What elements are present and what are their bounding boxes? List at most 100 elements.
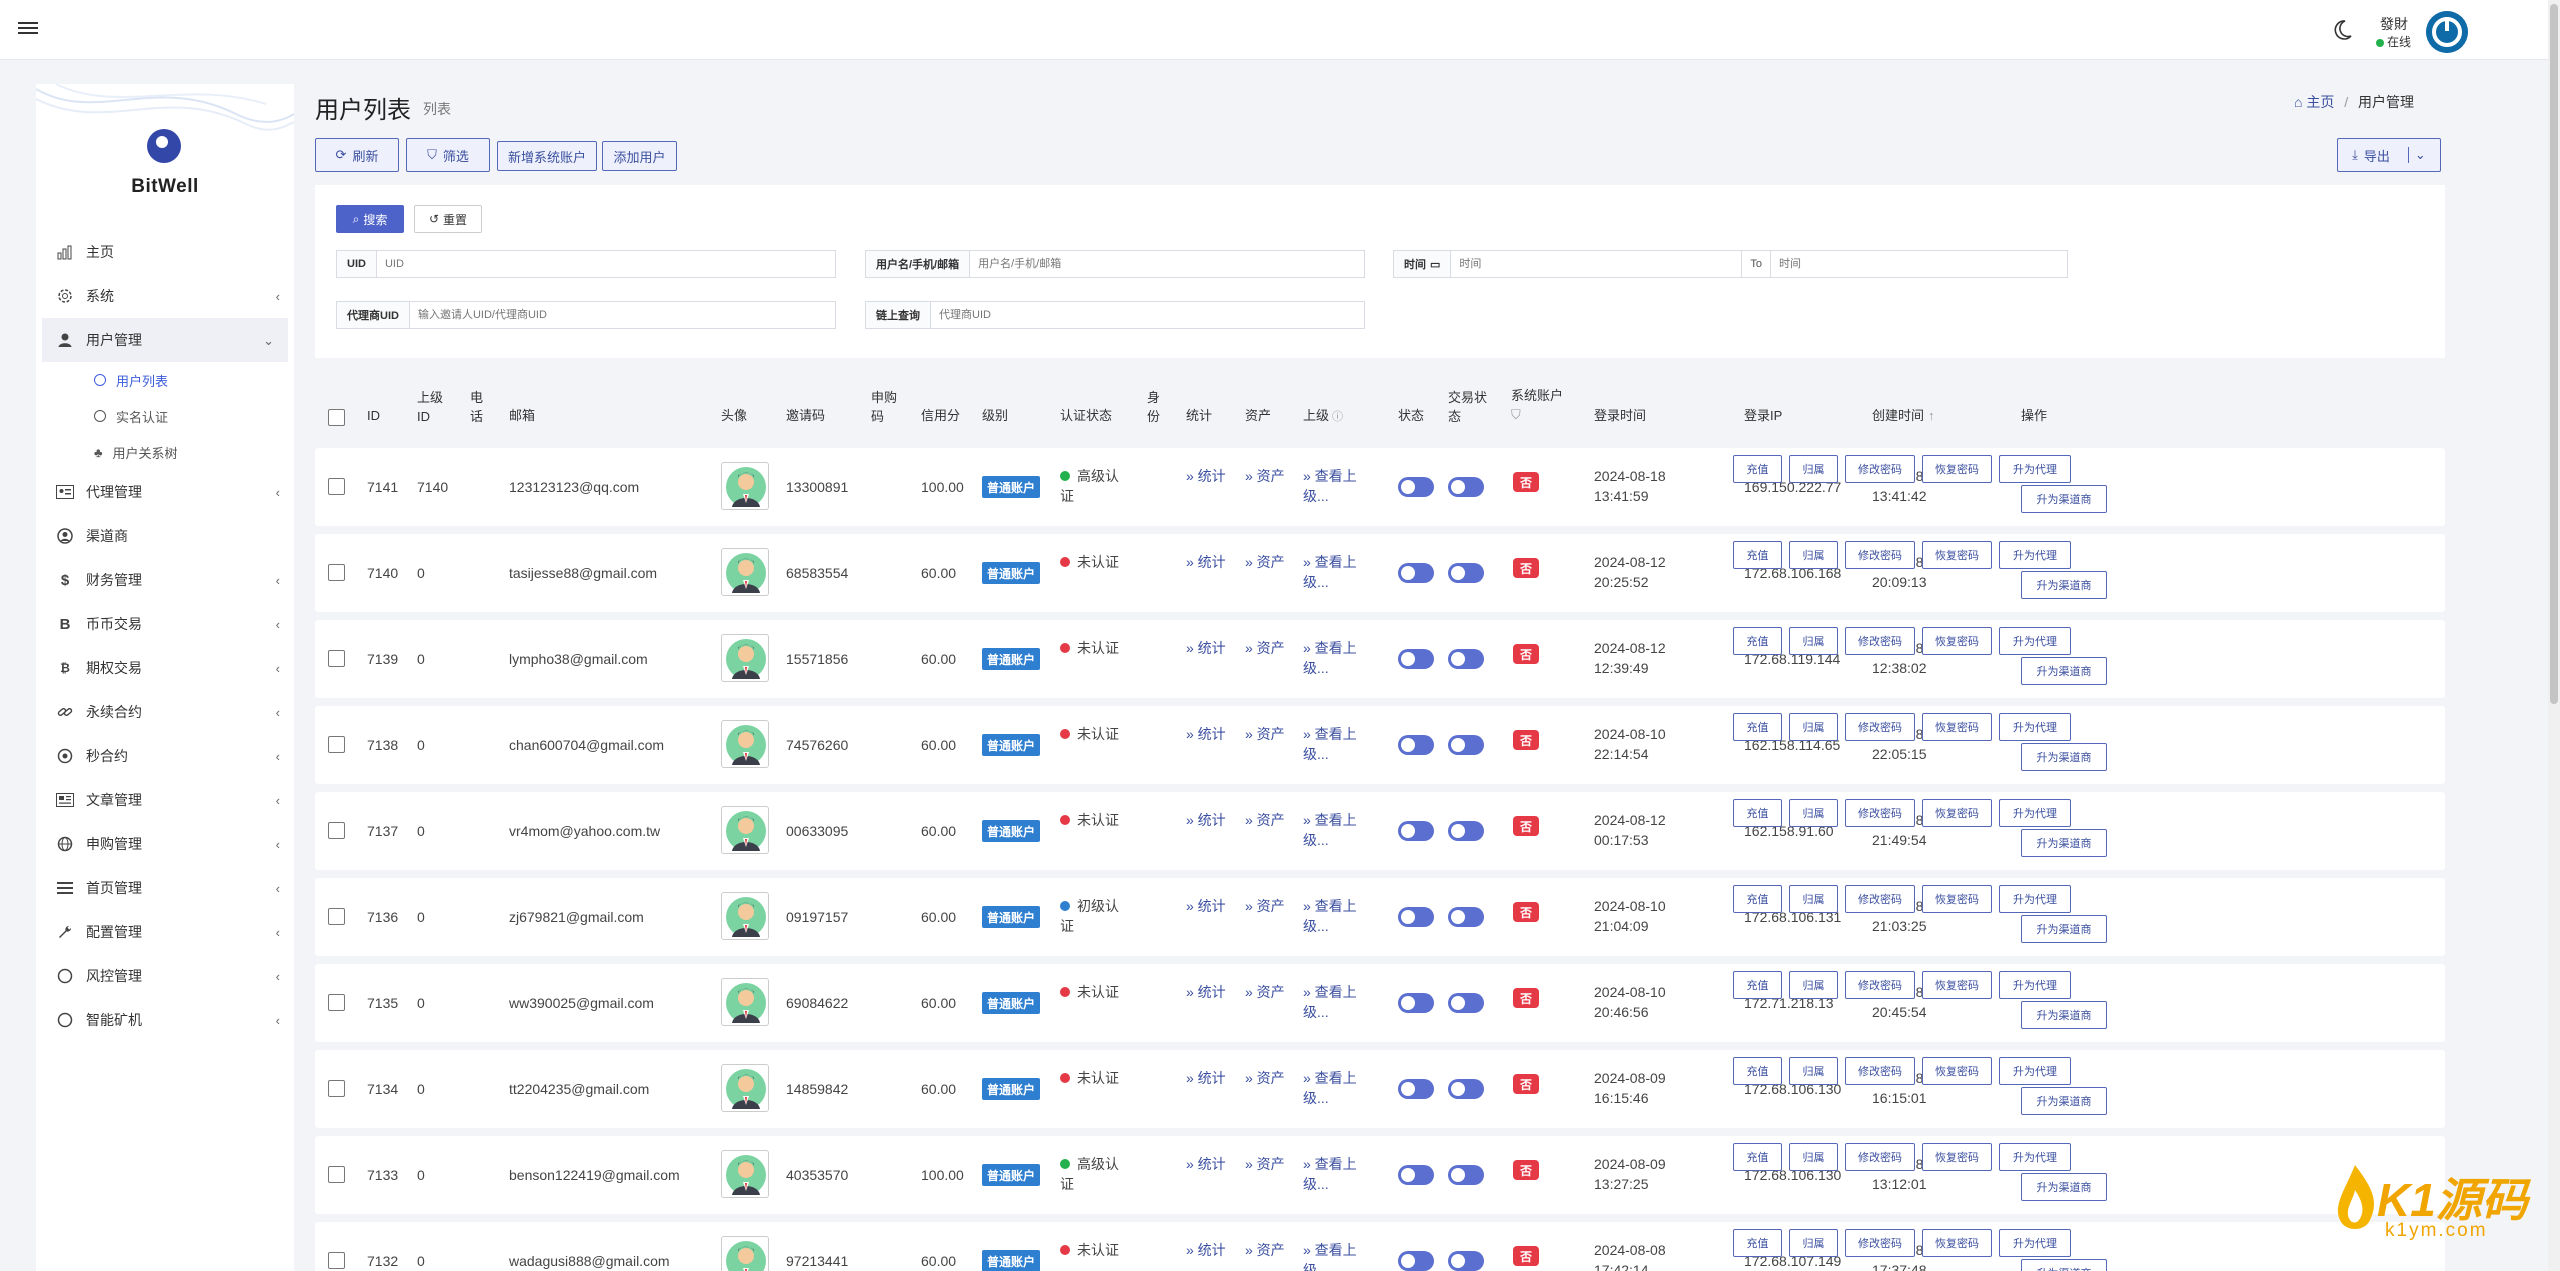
stats-link[interactable]: » 统计 xyxy=(1186,1154,1226,1174)
reset-button[interactable]: ↺ 重置 xyxy=(414,205,482,233)
view-parent-link[interactable]: » 查看上级... xyxy=(1303,1154,1373,1194)
status-toggle[interactable] xyxy=(1398,563,1434,583)
avatar[interactable] xyxy=(721,720,769,768)
filter-button[interactable]: ⛉ 筛选 xyxy=(406,138,490,172)
avatar[interactable] xyxy=(721,634,769,682)
promote-channel-button[interactable]: 升为渠道商 xyxy=(2021,571,2107,599)
avatar[interactable] xyxy=(721,806,769,854)
sidebar-item-channel[interactable]: 渠道商 xyxy=(36,514,294,558)
assets-link[interactable]: » 资产 xyxy=(1245,810,1285,830)
time-to-input[interactable] xyxy=(1771,251,2067,277)
reset-password-button[interactable]: 恢复密码 xyxy=(1922,627,1992,655)
promote-agent-button[interactable]: 升为代理 xyxy=(1999,627,2071,655)
avatar[interactable] xyxy=(721,548,769,596)
view-parent-link[interactable]: » 查看上级... xyxy=(1303,1240,1373,1271)
recharge-button[interactable]: 充值 xyxy=(1733,1229,1782,1257)
assign-button[interactable]: 归属 xyxy=(1789,885,1838,913)
row-checkbox[interactable] xyxy=(328,822,345,839)
chain-query-input[interactable] xyxy=(931,302,1364,328)
assign-button[interactable]: 归属 xyxy=(1789,627,1838,655)
reset-password-button[interactable]: 恢复密码 xyxy=(1922,1229,1992,1257)
assign-button[interactable]: 归属 xyxy=(1789,1229,1838,1257)
row-checkbox[interactable] xyxy=(328,1252,345,1269)
scrollbar-thumb[interactable] xyxy=(2550,4,2558,704)
assets-link[interactable]: » 资产 xyxy=(1245,724,1285,744)
promote-channel-button[interactable]: 升为渠道商 xyxy=(2021,1259,2107,1271)
stats-link[interactable]: » 统计 xyxy=(1186,982,1226,1002)
stats-link[interactable]: » 统计 xyxy=(1186,724,1226,744)
trade-status-toggle[interactable] xyxy=(1448,1251,1484,1271)
user-name[interactable]: 發財 xyxy=(2380,14,2408,34)
avatar[interactable] xyxy=(721,978,769,1026)
user-search-input[interactable] xyxy=(970,251,1364,277)
view-parent-link[interactable]: » 查看上级... xyxy=(1303,466,1373,506)
assign-button[interactable]: 归属 xyxy=(1789,713,1838,741)
trade-status-toggle[interactable] xyxy=(1448,907,1484,927)
view-parent-link[interactable]: » 查看上级... xyxy=(1303,982,1373,1022)
promote-agent-button[interactable]: 升为代理 xyxy=(1999,1229,2071,1257)
sidebar-item-finance[interactable]: $ 财务管理 ‹ xyxy=(36,558,294,602)
view-parent-link[interactable]: » 查看上级... xyxy=(1303,552,1373,592)
status-toggle[interactable] xyxy=(1398,821,1434,841)
view-parent-link[interactable]: » 查看上级... xyxy=(1303,724,1373,764)
recharge-button[interactable]: 充值 xyxy=(1733,971,1782,999)
promote-agent-button[interactable]: 升为代理 xyxy=(1999,1057,2071,1085)
promote-channel-button[interactable]: 升为渠道商 xyxy=(2021,829,2107,857)
assets-link[interactable]: » 资产 xyxy=(1245,1154,1285,1174)
promote-channel-button[interactable]: 升为渠道商 xyxy=(2021,657,2107,685)
assign-button[interactable]: 归属 xyxy=(1789,1057,1838,1085)
stats-link[interactable]: » 统计 xyxy=(1186,638,1226,658)
row-checkbox[interactable] xyxy=(328,564,345,581)
promote-channel-button[interactable]: 升为渠道商 xyxy=(2021,1087,2107,1115)
promote-channel-button[interactable]: 升为渠道商 xyxy=(2021,1001,2107,1029)
row-checkbox[interactable] xyxy=(328,994,345,1011)
sidebar-item-options[interactable]: ₿ 期权交易 ‹ xyxy=(36,646,294,690)
add-user-button[interactable]: 添加用户 xyxy=(602,141,677,171)
add-system-account-button[interactable]: 新增系统账户 xyxy=(497,141,597,171)
assign-button[interactable]: 归属 xyxy=(1789,1143,1838,1171)
change-password-button[interactable]: 修改密码 xyxy=(1845,1143,1915,1171)
change-password-button[interactable]: 修改密码 xyxy=(1845,455,1915,483)
row-checkbox[interactable] xyxy=(328,478,345,495)
stats-link[interactable]: » 统计 xyxy=(1186,1068,1226,1088)
sidebar-item-home[interactable]: 主页 xyxy=(36,230,294,274)
header-created-time[interactable]: 创建时间 ↑ xyxy=(1872,406,1935,425)
row-checkbox[interactable] xyxy=(328,736,345,753)
sidebar-item-agent[interactable]: 代理管理 ‹ xyxy=(36,470,294,514)
reset-password-button[interactable]: 恢复密码 xyxy=(1922,971,1992,999)
recharge-button[interactable]: 充值 xyxy=(1733,799,1782,827)
view-parent-link[interactable]: » 查看上级... xyxy=(1303,810,1373,850)
export-button[interactable]: ⤓ 导出 ⌄ xyxy=(2337,138,2441,172)
time-from-input[interactable] xyxy=(1451,251,1742,277)
assign-button[interactable]: 归属 xyxy=(1789,541,1838,569)
sidebar-item-perpetual[interactable]: 永续合约 ‹ xyxy=(36,690,294,734)
sidebar-item-second-contract[interactable]: 秒合约 ‹ xyxy=(36,734,294,778)
stats-link[interactable]: » 统计 xyxy=(1186,552,1226,572)
change-password-button[interactable]: 修改密码 xyxy=(1845,541,1915,569)
sidebar-item-subscription[interactable]: 申购管理 ‹ xyxy=(36,822,294,866)
status-toggle[interactable] xyxy=(1398,1079,1434,1099)
recharge-button[interactable]: 充值 xyxy=(1733,455,1782,483)
change-password-button[interactable]: 修改密码 xyxy=(1845,1229,1915,1257)
assets-link[interactable]: » 资产 xyxy=(1245,982,1285,1002)
moon-icon[interactable] xyxy=(2330,18,2354,42)
trade-status-toggle[interactable] xyxy=(1448,1165,1484,1185)
promote-agent-button[interactable]: 升为代理 xyxy=(1999,1143,2071,1171)
promote-agent-button[interactable]: 升为代理 xyxy=(1999,799,2071,827)
reset-password-button[interactable]: 恢复密码 xyxy=(1922,541,1992,569)
breadcrumb-home[interactable]: 主页 xyxy=(2306,94,2334,110)
row-checkbox[interactable] xyxy=(328,650,345,667)
row-checkbox[interactable] xyxy=(328,908,345,925)
recharge-button[interactable]: 充值 xyxy=(1733,885,1782,913)
sidebar-item-system[interactable]: 系统 ‹ xyxy=(36,274,294,318)
hamburger-menu-icon[interactable] xyxy=(18,19,38,39)
reset-password-button[interactable]: 恢复密码 xyxy=(1922,713,1992,741)
change-password-button[interactable]: 修改密码 xyxy=(1845,799,1915,827)
trade-status-toggle[interactable] xyxy=(1448,477,1484,497)
status-toggle[interactable] xyxy=(1398,1251,1434,1271)
reset-password-button[interactable]: 恢复密码 xyxy=(1922,1143,1992,1171)
promote-agent-button[interactable]: 升为代理 xyxy=(1999,713,2071,741)
assets-link[interactable]: » 资产 xyxy=(1245,896,1285,916)
sidebar-item-articles[interactable]: 文章管理 ‹ xyxy=(36,778,294,822)
promote-channel-button[interactable]: 升为渠道商 xyxy=(2021,915,2107,943)
